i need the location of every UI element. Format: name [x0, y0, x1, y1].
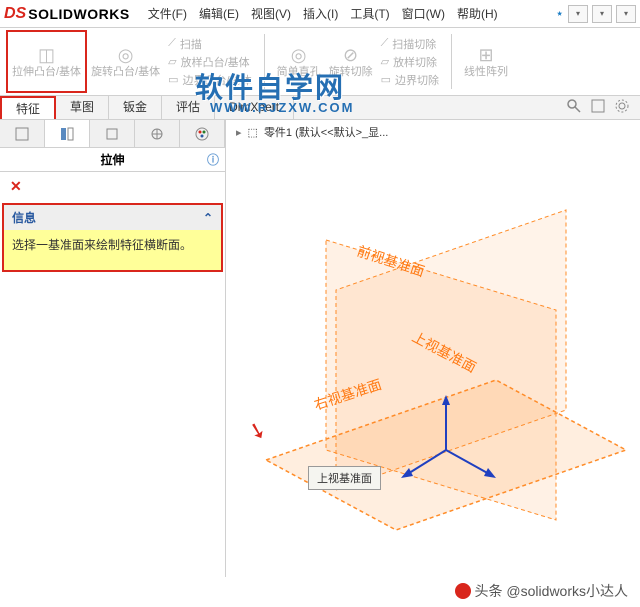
boundarycut-icon: ▭: [381, 73, 391, 86]
feature-title: 拉伸: [100, 151, 124, 168]
loftcut-button[interactable]: ▱放样切除: [381, 54, 439, 70]
toutiao-icon: [455, 583, 471, 599]
pattern-icon: ⊞: [472, 44, 500, 66]
qatoolbar-save[interactable]: ▾: [616, 5, 636, 23]
feature-manager-panel: 拉伸 ⓘ ✕ 信息 ⌃ 选择一基准面来绘制特征横断面。: [0, 120, 226, 577]
logo-text: SOLIDWORKS: [28, 6, 129, 22]
extrude-boss-button[interactable]: ◫ 拉伸凸台/基体: [6, 30, 87, 93]
loft-icon: ▱: [168, 55, 176, 68]
reference-planes: 前视基准面 上视基准面 右视基准面: [226, 140, 640, 577]
pin-icon[interactable]: ⋆: [555, 5, 564, 22]
breadcrumb: ▸ ⬚ 零件1 (默认<<默认>_显...: [236, 124, 388, 140]
loftcut-icon: ▱: [381, 55, 389, 68]
menu-file[interactable]: 文件(F): [148, 5, 187, 22]
info-header[interactable]: 信息 ⌃: [4, 205, 221, 230]
sidebar-tab-feature[interactable]: [0, 120, 45, 147]
sweepcut-icon: ⟋: [381, 37, 389, 50]
info-panel: 信息 ⌃ 选择一基准面来绘制特征横断面。: [2, 203, 223, 272]
search-icon[interactable]: [566, 98, 584, 116]
revolve-icon: ◎: [112, 44, 140, 66]
revolvecut-icon: ⊘: [337, 44, 365, 66]
pattern-button[interactable]: ⊞ 线性阵列: [460, 30, 512, 93]
cancel-button[interactable]: ✕: [0, 172, 225, 201]
collapse-icon[interactable]: ⌃: [203, 211, 213, 225]
menu-edit[interactable]: 编辑(E): [199, 5, 239, 22]
menu-window[interactable]: 窗口(W): [402, 5, 445, 22]
revolve-boss-button[interactable]: ◎ 旋转凸台/基体: [87, 30, 164, 93]
sweepcut-button[interactable]: ⟋扫描切除: [381, 36, 439, 52]
plane-tooltip: 上视基准面: [308, 466, 381, 490]
watermark-url: WWW.RJZXW.COM: [210, 100, 354, 115]
qatoolbar-new[interactable]: ▾: [568, 5, 588, 23]
sweep-button[interactable]: ⟋扫描: [168, 36, 251, 52]
app-logo: DS SOLIDWORKS: [4, 5, 130, 23]
menu-view[interactable]: 视图(V): [251, 5, 291, 22]
boundary-icon: ▭: [168, 73, 178, 86]
attribution-footer: 头条 @solidworks小达人: [455, 581, 628, 601]
expand-icon[interactable]: [590, 98, 608, 116]
tab-features[interactable]: 特征: [0, 96, 56, 119]
breadcrumb-arrow-icon[interactable]: ▸: [236, 126, 242, 139]
sidebar-tab-config[interactable]: [90, 120, 135, 147]
sidebar-tab-appearance[interactable]: [180, 120, 225, 147]
hole-icon: ◎: [285, 44, 313, 66]
qatoolbar-open[interactable]: ▾: [592, 5, 612, 23]
extrude-icon: ◫: [33, 44, 61, 66]
part-name[interactable]: 零件1 (默认<<默认>_显...: [264, 124, 388, 140]
menu-items: 文件(F) 编辑(E) 视图(V) 插入(I) 工具(T) 窗口(W) 帮助(H…: [148, 5, 556, 22]
menu-help[interactable]: 帮助(H): [457, 5, 498, 22]
sweep-icon: ⟋: [168, 37, 176, 50]
sidebar-tab-dimxpert[interactable]: [135, 120, 180, 147]
menu-insert[interactable]: 插入(I): [303, 5, 338, 22]
graphics-viewport[interactable]: ▸ ⬚ 零件1 (默认<<默认>_显... 前视基准面 上视基准面 右视基准面 …: [226, 120, 640, 577]
tab-sheetmetal[interactable]: 钣金: [109, 96, 162, 119]
feature-title-bar: 拉伸 ⓘ: [0, 148, 225, 172]
part-icon: ⬚: [248, 126, 258, 139]
sidebar-tabs: [0, 120, 225, 148]
sidebar-tab-property[interactable]: [45, 120, 90, 147]
ribbon: ◫ 拉伸凸台/基体 ◎ 旋转凸台/基体 ⟋扫描 ▱放样凸台/基体 ▭边界凸台/基…: [0, 28, 640, 96]
menubar: DS SOLIDWORKS 文件(F) 编辑(E) 视图(V) 插入(I) 工具…: [0, 0, 640, 28]
menu-right: ⋆ ▾ ▾ ▾: [555, 5, 636, 23]
gear-icon[interactable]: [614, 98, 632, 116]
tab-sketch[interactable]: 草图: [56, 96, 109, 119]
boundarycut-button[interactable]: ▭边界切除: [381, 72, 439, 88]
content-area: 拉伸 ⓘ ✕ 信息 ⌃ 选择一基准面来绘制特征横断面。 ▸ ⬚ 零件1 (默认<…: [0, 120, 640, 577]
help-icon[interactable]: ⓘ: [207, 151, 219, 168]
info-message: 选择一基准面来绘制特征横断面。: [4, 230, 221, 270]
menu-tools[interactable]: 工具(T): [350, 5, 389, 22]
logo-icon: DS: [4, 5, 26, 23]
